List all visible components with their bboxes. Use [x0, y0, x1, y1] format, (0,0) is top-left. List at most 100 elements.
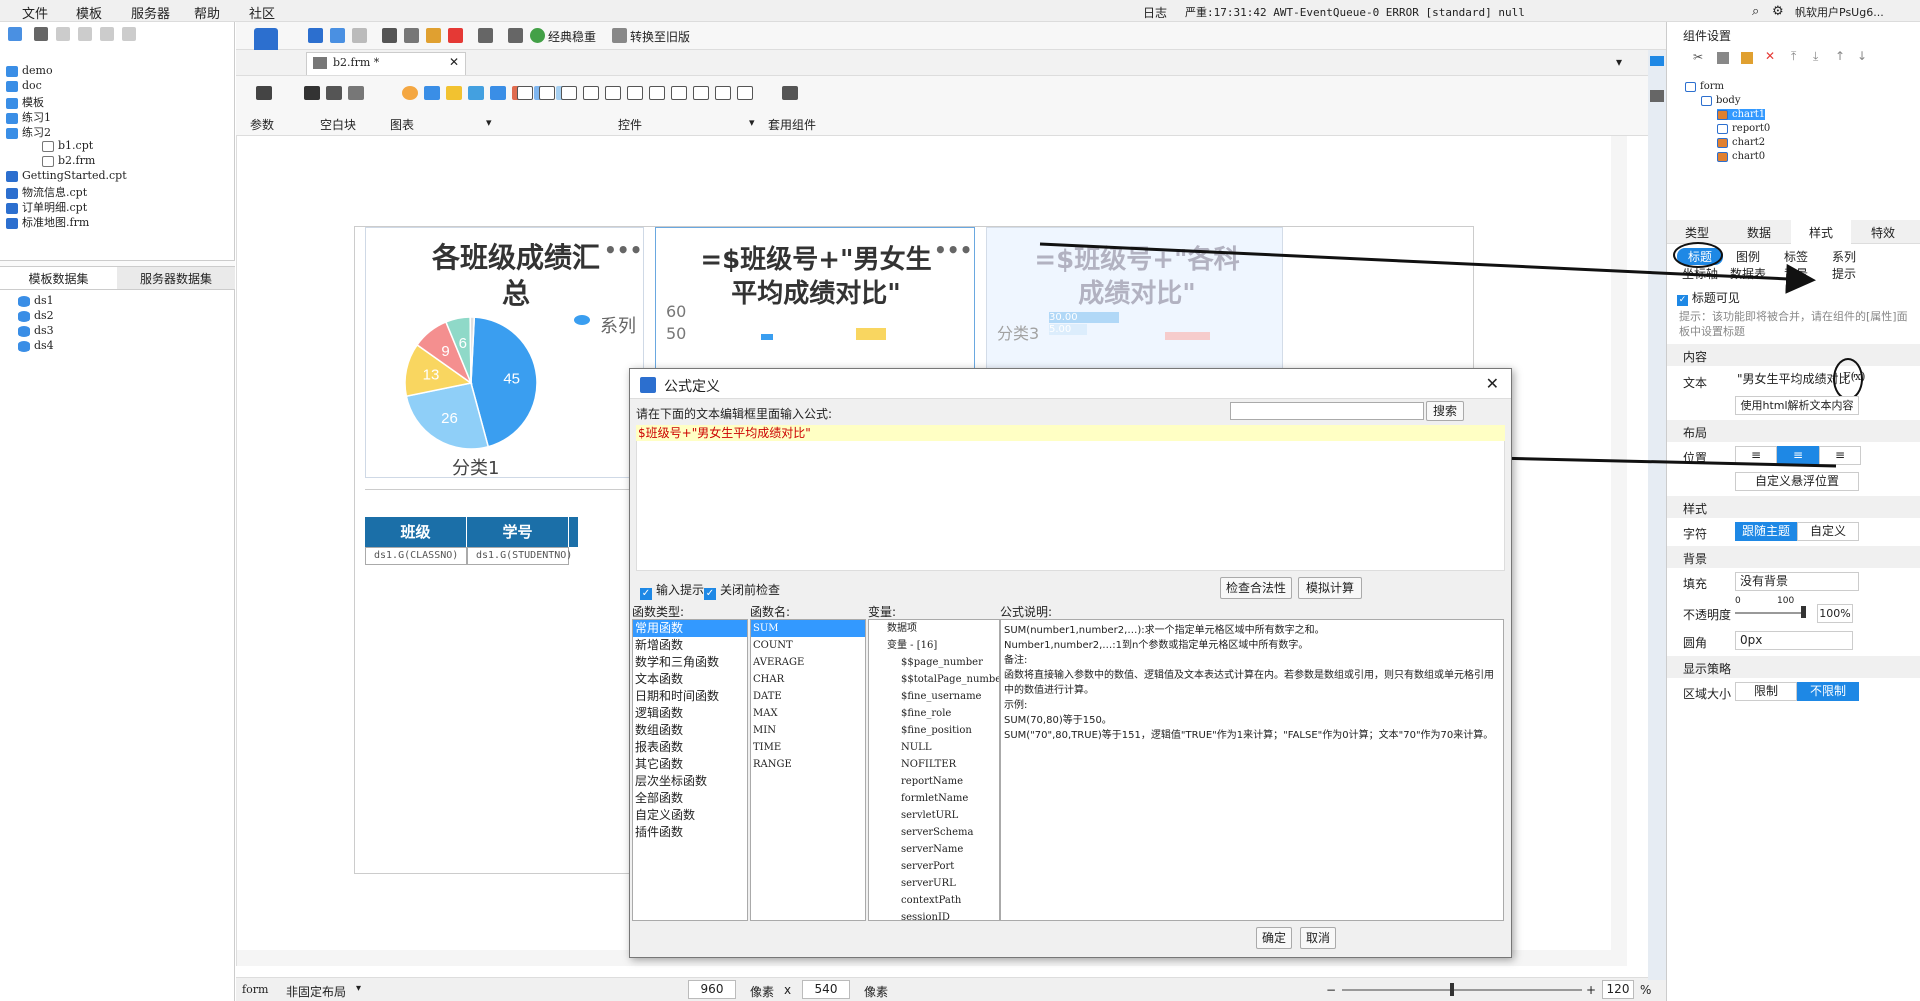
new-icon[interactable] [8, 27, 22, 41]
html-parse-button[interactable]: 使用html解析文本内容 [1735, 396, 1859, 415]
file-tree-item[interactable]: 练习1 [6, 109, 51, 125]
tab-b2-frm[interactable]: b2.frm * ✕ [306, 52, 466, 75]
control-expand-icon[interactable]: ▾ [749, 116, 755, 129]
v-scrollbar[interactable] [1611, 136, 1627, 966]
align-right-button[interactable]: ≡ [1819, 446, 1861, 465]
width-input[interactable]: 960 [688, 980, 736, 999]
opacity-thumb[interactable] [1801, 606, 1806, 618]
ok-button[interactable]: 确定 [1256, 927, 1292, 949]
control-widget-icon[interactable] [539, 86, 555, 100]
function-types-list[interactable]: 常用函数 新增函数 数学和三角函数 文本函数 日期和时间函数 逻辑函数 数组函数 报表函数 其它… [632, 619, 748, 921]
cell-classno[interactable]: ds1.G(CLASSNO) [365, 547, 467, 565]
variable-item[interactable]: serverURL [869, 875, 999, 892]
dataset-item[interactable]: ds3 [18, 324, 54, 337]
list-item[interactable]: 新增函数 [633, 637, 747, 654]
search-icon[interactable]: ⌕ [1752, 4, 1759, 19]
dataset-item[interactable]: ds2 [18, 309, 54, 322]
control-widget-icon[interactable] [693, 86, 709, 100]
height-input[interactable]: 540 [802, 980, 850, 999]
variable-item[interactable]: serverSchema [869, 824, 999, 841]
reuse-icon[interactable] [782, 86, 798, 100]
section-display[interactable]: 显示策略 [1667, 656, 1920, 678]
list-item[interactable]: TIME [751, 739, 865, 756]
file-tree-item[interactable]: b1.cpt [42, 139, 93, 152]
variable-item[interactable]: NOFILTER [869, 756, 999, 773]
paste-r-icon[interactable] [1741, 52, 1753, 64]
menu-help[interactable]: 帮助 [194, 3, 220, 22]
copy-icon[interactable] [78, 27, 92, 41]
copy-r-icon[interactable] [1717, 52, 1729, 64]
variable-item[interactable]: sessionID [869, 909, 999, 920]
list-item[interactable]: 数学和三角函数 [633, 654, 747, 671]
area-chart-icon[interactable] [490, 86, 506, 100]
subtab-item[interactable]: 数据表 [1725, 265, 1771, 282]
control-widget-icon[interactable] [627, 86, 643, 100]
layout-select[interactable]: 非固定布局 [286, 983, 346, 1000]
ptab-effect[interactable]: 特效 [1853, 224, 1913, 241]
file-tree-item[interactable]: 订单明细.cpt [6, 199, 87, 215]
th-more[interactable] [569, 517, 579, 547]
variables-list[interactable]: 数据项 变量 - [16] $$page_number $$totalPage_num… [868, 619, 1000, 921]
widget-tree-item[interactable]: chart0 [1717, 151, 1765, 162]
zoom-input[interactable]: 120 [1602, 980, 1634, 999]
zoom-slider[interactable] [1342, 989, 1582, 991]
cut-r-icon[interactable]: ✂ [1693, 50, 1703, 64]
control-widget-icon[interactable] [583, 86, 599, 100]
subtab-item[interactable]: 提示 [1821, 265, 1867, 282]
variable-item[interactable]: NULL [869, 739, 999, 756]
subtab-item[interactable]: 图例 [1725, 248, 1771, 265]
list-item[interactable]: 数组函数 [633, 722, 747, 739]
search-input[interactable] [1230, 402, 1424, 420]
log-label[interactable]: 日志 [1143, 4, 1167, 21]
list-item[interactable]: 报表函数 [633, 739, 747, 756]
list-item[interactable]: 文本函数 [633, 671, 747, 688]
control-widget-icon[interactable] [737, 86, 753, 100]
save-icon[interactable] [308, 28, 323, 43]
move-top-icon[interactable]: ⤒ [1791, 49, 1796, 64]
blank-icon-3[interactable] [348, 86, 364, 100]
cut-tb-icon[interactable] [382, 28, 397, 43]
function-names-list[interactable]: SUM COUNT AVERAGE CHAR DATE MAX MIN TIME RANGE [750, 619, 866, 921]
control-widget-icon[interactable] [517, 86, 533, 100]
line-chart-icon[interactable] [468, 86, 484, 100]
variable-item[interactable]: $fine_position [869, 722, 999, 739]
menu-template[interactable]: 模板 [76, 3, 102, 22]
file-tree-item[interactable]: 标准地图.frm [6, 214, 89, 230]
control-widget-icon[interactable] [671, 86, 687, 100]
opacity-slider[interactable] [1735, 612, 1805, 614]
delete-r-icon[interactable]: ✕ [1765, 49, 1775, 63]
formula-text[interactable]: $班级号+"男女生平均成绩对比" [636, 425, 1505, 441]
menu-server[interactable]: 服务器 [131, 3, 170, 22]
blank-icon-1[interactable] [304, 86, 320, 100]
list-item[interactable]: MIN [751, 722, 865, 739]
check-validity-button[interactable]: 检查合法性 [1220, 577, 1292, 599]
menu-community[interactable]: 社区 [249, 3, 275, 22]
close-tab-icon[interactable]: ✕ [449, 55, 459, 69]
duplicate-icon[interactable] [122, 27, 136, 41]
subtab-item[interactable]: 系列 [1821, 248, 1867, 265]
file-tree-item[interactable]: 练习2 [6, 124, 51, 140]
variable-item[interactable]: serverPort [869, 858, 999, 875]
delete-icon[interactable] [100, 27, 114, 41]
file-tree-item[interactable]: 模板 [6, 94, 44, 110]
list-item[interactable]: COUNT [751, 637, 865, 654]
section-content[interactable]: 内容 [1667, 344, 1920, 366]
file-tree-item[interactable]: GettingStarted.cpt [6, 169, 127, 182]
subtab-item[interactable]: 标签 [1773, 248, 1819, 265]
section-layout[interactable]: 布局 [1667, 420, 1920, 442]
list-item[interactable]: CHAR [751, 671, 865, 688]
list-item[interactable]: 其它函数 [633, 756, 747, 773]
preview-tb-icon[interactable] [478, 28, 493, 43]
variable-item[interactable]: 数据项 [869, 620, 999, 637]
find-icon[interactable] [508, 28, 523, 43]
dataset-item[interactable]: ds4 [18, 339, 54, 352]
redo-icon[interactable] [352, 28, 367, 43]
file-tree-item[interactable]: demo [6, 64, 53, 77]
menu-file[interactable]: 文件 [22, 3, 48, 22]
control-widget-icon[interactable] [605, 86, 621, 100]
user-name[interactable]: 帆软用户PsUg6... [1795, 4, 1884, 20]
custom-style-button[interactable]: 自定义 [1797, 522, 1859, 541]
file-tree-item[interactable]: b2.frm [42, 154, 95, 167]
widget-tree-item[interactable]: body [1701, 95, 1740, 106]
limit-button[interactable]: 限制 [1735, 682, 1797, 701]
